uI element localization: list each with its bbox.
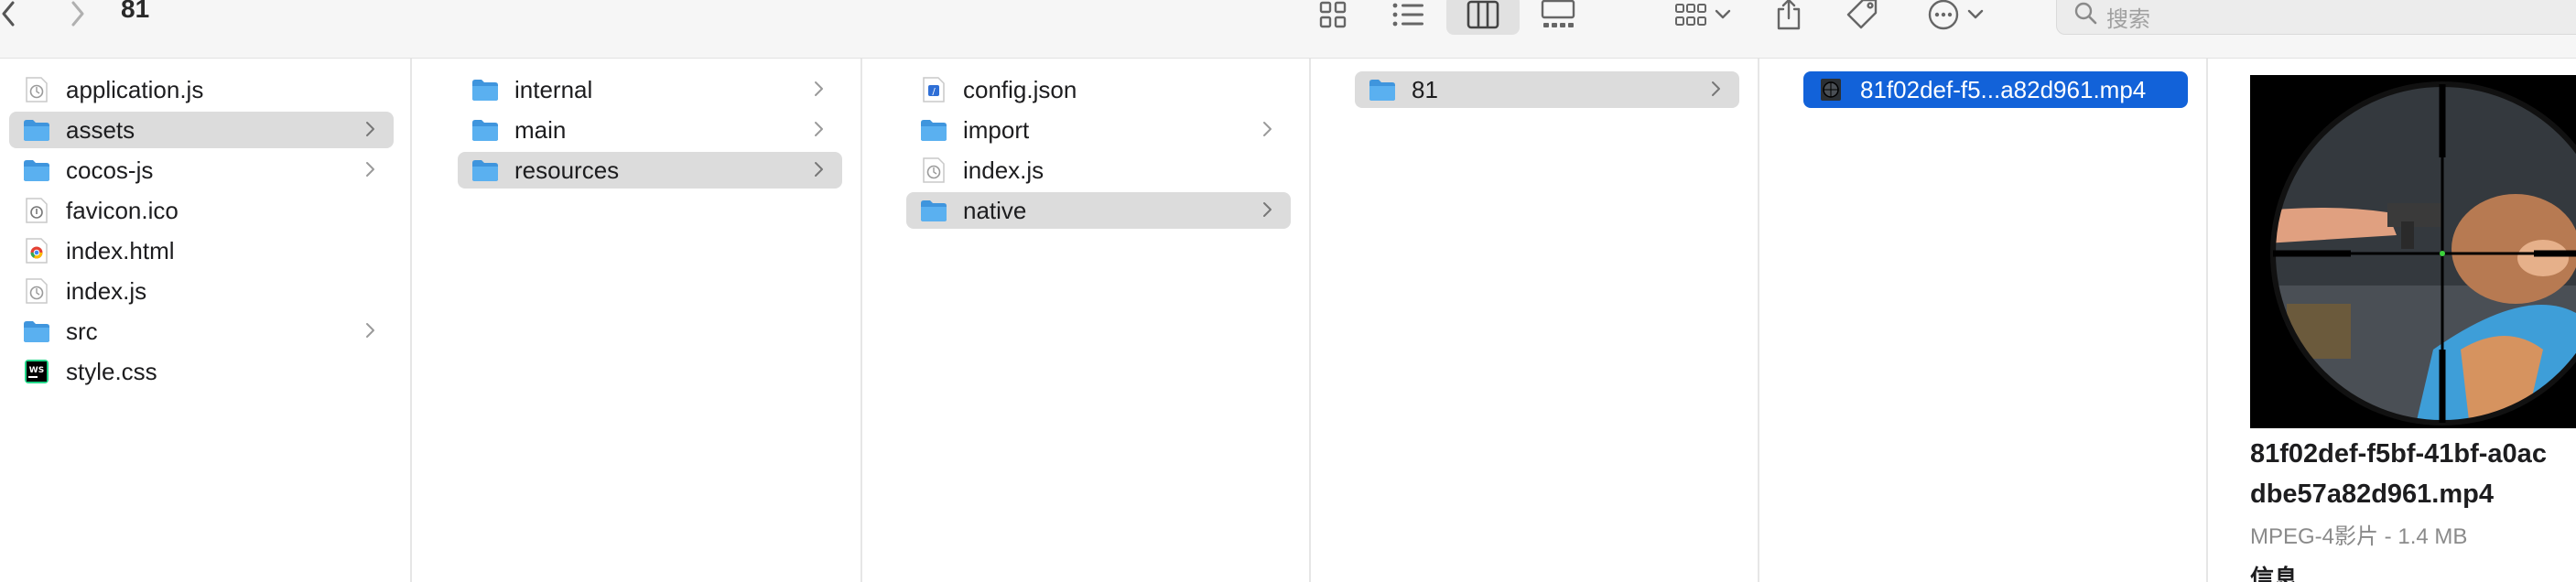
folder-icon	[1368, 75, 1397, 104]
folder-item[interactable]: src	[9, 313, 394, 350]
folder-icon	[22, 317, 51, 346]
search-field[interactable]: 搜索	[2056, 0, 2576, 35]
tag-icon	[1846, 0, 1878, 29]
folder-item[interactable]: native	[906, 192, 1291, 229]
chevron-right-icon	[71, 1, 84, 27]
file-item[interactable]: application.js	[9, 71, 394, 108]
scope-scene-image	[2250, 75, 2576, 428]
webstorm-css-icon: WS	[22, 357, 51, 386]
group-by-button[interactable]	[1666, 0, 1739, 35]
tags-button[interactable]	[1840, 0, 1884, 37]
js-file-icon	[22, 75, 51, 104]
toolbar: 81 搜索	[0, 0, 2576, 59]
window-title: 81	[121, 0, 150, 23]
file-item[interactable]: WS style.css	[9, 353, 394, 390]
svg-text:WS: WS	[29, 366, 44, 375]
item-label: index.html	[66, 236, 175, 264]
preview-info-heading: 信息	[2250, 565, 2299, 582]
folder-icon	[471, 115, 500, 145]
json-file-icon: /	[919, 75, 948, 104]
column-5[interactable]	[1783, 59, 2208, 582]
more-actions-button[interactable]	[1919, 0, 1992, 37]
js-file-icon	[919, 156, 948, 185]
folder-icon	[471, 156, 500, 185]
share-button[interactable]	[1769, 0, 1809, 37]
file-item[interactable]: index.js	[9, 273, 394, 309]
js-file-icon	[22, 276, 51, 306]
preview-file-meta: MPEG-4影片 - 1.4 MB	[2250, 524, 2468, 549]
chevron-right-icon	[813, 159, 831, 181]
file-item[interactable]: favicon.ico	[9, 192, 394, 229]
preview-file-name-line1: 81f02def-f5bf-41bf-a0ac	[2250, 439, 2547, 469]
column-4[interactable]	[1335, 59, 1759, 582]
item-label: internal	[514, 75, 593, 103]
folder-icon	[22, 156, 51, 185]
chevron-right-icon	[813, 79, 831, 101]
ico-file-icon	[22, 196, 51, 225]
chrome-html-icon	[22, 236, 51, 265]
grouping-icon	[1675, 4, 1706, 26]
share-icon	[1777, 0, 1801, 30]
preview-file-name-line2: dbe57a82d961.mp4	[2250, 480, 2494, 509]
chevron-right-icon	[1261, 119, 1280, 141]
chevron-right-icon	[1261, 199, 1280, 221]
item-label: application.js	[66, 75, 204, 103]
search-icon	[2073, 1, 2097, 29]
folder-icon	[919, 196, 948, 225]
item-label: index.js	[963, 156, 1044, 184]
chevron-left-icon	[2, 1, 15, 27]
search-placeholder: 搜索	[2106, 7, 2150, 32]
folder-icon	[919, 115, 948, 145]
folder-item[interactable]: resources	[458, 152, 842, 189]
item-label: src	[66, 317, 98, 345]
gallery-icon	[1541, 0, 1575, 27]
preview-file-name: 81f02def-f5bf-41bf-a0ac dbe57a82d961.mp4	[2250, 434, 2576, 514]
list-view-button[interactable]	[1371, 0, 1445, 35]
item-label: favicon.ico	[66, 196, 179, 224]
chevron-down-icon	[1715, 9, 1731, 19]
file-item[interactable]: index.html	[9, 232, 394, 269]
grid-icon	[1319, 1, 1347, 28]
folder-icon	[471, 75, 500, 104]
item-label: assets	[66, 115, 135, 144]
item-label: resources	[514, 156, 620, 184]
item-label: cocos-js	[66, 156, 154, 184]
item-label: main	[514, 115, 567, 144]
video-preview-thumbnail[interactable]	[2250, 75, 2576, 428]
chevron-right-icon	[364, 159, 383, 181]
forward-button[interactable]	[64, 0, 92, 27]
item-label: 81	[1412, 75, 1438, 103]
folder-item[interactable]: cocos-js	[9, 152, 394, 189]
gallery-view-button[interactable]	[1521, 0, 1595, 35]
column-view-button[interactable]	[1446, 0, 1520, 35]
folder-item[interactable]: import	[906, 112, 1291, 148]
file-item[interactable]: / config.json	[906, 71, 1291, 108]
folder-item[interactable]: 81	[1355, 71, 1739, 108]
folder-item[interactable]: internal	[458, 71, 842, 108]
item-label: style.css	[66, 357, 157, 385]
item-label: 81f02def-f5...a82d961.mp4	[1860, 75, 2147, 103]
item-label: native	[963, 196, 1027, 224]
folder-icon	[22, 115, 51, 145]
icon-view-button[interactable]	[1296, 0, 1369, 35]
list-icon	[1392, 3, 1423, 27]
item-label: index.js	[66, 276, 147, 305]
folder-item[interactable]: main	[458, 112, 842, 148]
item-label: import	[963, 115, 1030, 144]
chevron-right-icon	[1710, 79, 1728, 101]
chevron-right-icon	[813, 119, 831, 141]
back-button[interactable]	[0, 0, 22, 27]
ellipsis-circle-icon	[1928, 0, 1959, 30]
chevron-right-icon	[364, 119, 383, 141]
columns-icon	[1467, 0, 1499, 29]
folder-item[interactable]: assets	[9, 112, 394, 148]
file-item[interactable]: index.js	[906, 152, 1291, 189]
file-item[interactable]: 81f02def-f5...a82d961.mp4	[1803, 71, 2188, 108]
item-label: config.json	[963, 75, 1077, 103]
video-thumb-icon	[1816, 75, 1845, 104]
chevron-down-icon	[1967, 9, 1984, 19]
chevron-right-icon	[364, 320, 383, 342]
